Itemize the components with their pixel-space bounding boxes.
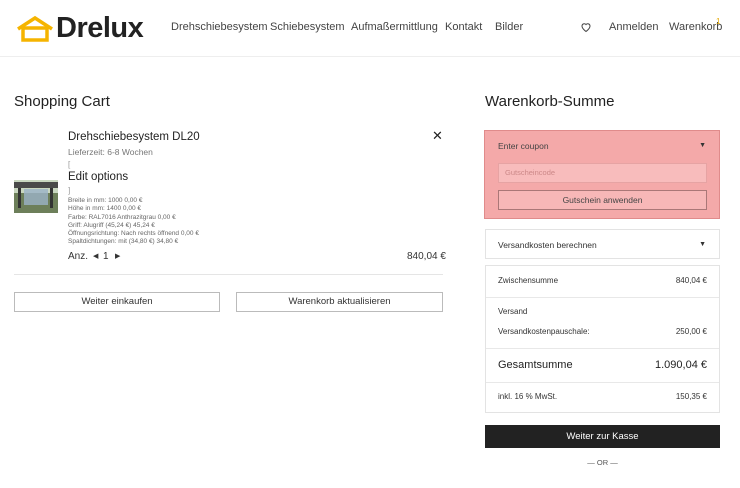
options-bracket-close: ] (68, 186, 71, 195)
remove-item-close-icon[interactable]: ✕ (432, 128, 443, 144)
divider (14, 274, 443, 275)
logo-text: Drelux (56, 12, 144, 44)
nav-item-bilder[interactable]: Bilder (495, 21, 523, 33)
shipping-calculator-toggle[interactable]: Versandkosten berechnen ▼ (485, 229, 720, 259)
product-options-list: Breite in mm: 1000 0,00 € Höhe in mm: 14… (68, 197, 199, 247)
site-header: Drelux Drehschiebesystem Schiebesystem A… (0, 0, 740, 57)
house-logo-icon (17, 15, 53, 42)
caret-down-icon[interactable]: ▼ (699, 142, 706, 149)
subtotal-label: Zwischensumme (498, 276, 559, 285)
subtotal-value: 840,04 € (675, 276, 707, 285)
cart-count-badge: 1 (716, 17, 721, 26)
apply-coupon-button[interactable]: Gutschein anwenden (498, 190, 707, 210)
option-line: Farbe: RAL7016 Anthrazitgrau 0,00 € (68, 213, 176, 221)
total-value: 1.090,04 € (655, 359, 707, 371)
update-cart-button[interactable]: Warenkorb aktualisieren (236, 292, 443, 312)
or-separator: — OR — (587, 458, 618, 467)
options-bracket-open: [ (68, 160, 71, 169)
option-line: Spaltdichtungen: mit (34,80 €) 34,80 € (68, 238, 179, 246)
cart-totals: Zwischensumme 840,04 € Versand Versandko… (485, 265, 720, 413)
option-line: Öffnungsrichtung: Nach rechts öffnend 0,… (68, 230, 199, 238)
tax-label: inkl. 16 % MwSt. (498, 392, 558, 401)
wishlist-heart-icon[interactable] (580, 21, 592, 33)
nav-item-aufmassermittlung[interactable]: Aufmaßermittlung (351, 21, 438, 33)
coupon-code-input[interactable]: Gutscheincode (498, 163, 707, 183)
shipping-label: Versand (498, 307, 528, 316)
summary-title: Warenkorb-Summe (485, 93, 615, 110)
tax-value: 150,35 € (675, 392, 707, 401)
shipping-flat-value: 250,00 € (675, 327, 707, 336)
logo[interactable]: Drelux (16, 12, 144, 45)
quantity-decrease-icon[interactable]: ◀ (93, 252, 98, 260)
quantity-increase-icon[interactable]: ▶ (115, 252, 120, 260)
nav-item-kontakt[interactable]: Kontakt (445, 21, 482, 33)
nav-item-drehschiebesystem[interactable]: Drehschiebesystem (171, 21, 268, 33)
quantity-value[interactable]: 1 (103, 251, 109, 262)
total-label: Gesamtsumme (498, 359, 573, 371)
login-link[interactable]: Anmelden (609, 21, 659, 33)
product-name[interactable]: Drehschiebesystem DL20 (68, 131, 200, 143)
quantity-label: Anz. (68, 251, 89, 262)
product-thumbnail[interactable] (14, 180, 58, 213)
coupon-toggle[interactable]: Enter coupon (498, 141, 549, 151)
edit-options-link[interactable]: Edit options (68, 171, 128, 183)
checkout-button[interactable]: Weiter zur Kasse (485, 425, 720, 448)
coupon-panel: Enter coupon ▼ Gutscheincode Gutschein a… (484, 130, 720, 219)
nav-item-schiebesystem[interactable]: Schiebesystem (270, 21, 345, 33)
option-line: Breite in mm: 1000 0,00 € (68, 197, 143, 204)
shipping-calculator-label: Versandkosten berechnen (498, 240, 597, 250)
option-line: Höhe in mm: 1400 0,00 € (68, 205, 141, 213)
continue-shopping-button[interactable]: Weiter einkaufen (14, 292, 220, 312)
delivery-time: Lieferzeit: 6-8 Wochen (68, 147, 153, 157)
option-line: Griff: Alugriff (45,24 €) 45,24 € (68, 221, 155, 229)
shipping-flat-label: Versandkostenpauschale: (498, 327, 590, 336)
cart-link[interactable]: Warenkorb (669, 21, 722, 33)
caret-down-icon: ▼ (699, 241, 706, 248)
line-total: 840,04 € (407, 251, 446, 262)
cart-title: Shopping Cart (14, 93, 110, 110)
